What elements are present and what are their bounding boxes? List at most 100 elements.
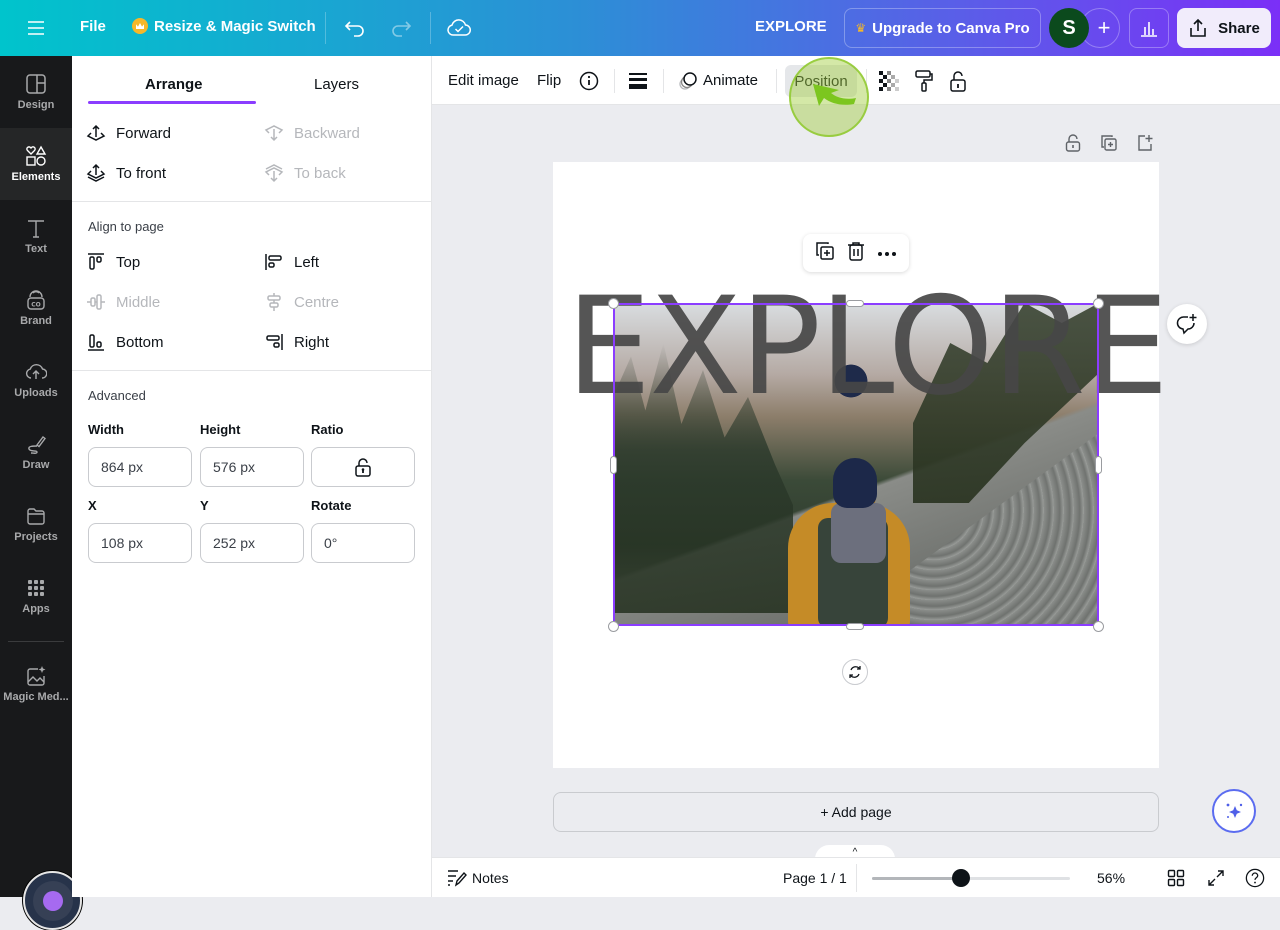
rotate-handle[interactable] xyxy=(842,659,868,685)
animate-icon-wrap[interactable] xyxy=(677,70,699,92)
rotate-input[interactable]: 0° xyxy=(311,523,415,563)
resize-handle-bottom-left[interactable] xyxy=(608,621,619,632)
notes-icon-wrap[interactable] xyxy=(447,868,467,888)
height-label: Height xyxy=(200,422,241,437)
resize-handle-bottom[interactable] xyxy=(846,623,864,630)
align-centre-button[interactable]: Centre xyxy=(264,292,339,312)
align-left-button[interactable]: Left xyxy=(264,252,319,272)
undo-button[interactable] xyxy=(343,16,367,40)
animate-icon xyxy=(679,72,697,90)
copy-style-button[interactable] xyxy=(913,70,935,92)
share-button[interactable]: Share xyxy=(1177,8,1271,48)
add-page-icon-button[interactable] xyxy=(1135,133,1155,153)
duplicate-icon xyxy=(816,241,834,260)
rail-item-apps[interactable]: Apps xyxy=(0,560,72,632)
cloud-save-status[interactable] xyxy=(447,16,471,40)
flip-button[interactable]: Flip xyxy=(537,72,561,89)
add-comment-button[interactable] xyxy=(1167,304,1207,344)
resize-handle-top-right[interactable] xyxy=(1093,298,1104,309)
to-back-label: To back xyxy=(294,164,346,182)
fullscreen-button[interactable] xyxy=(1206,868,1226,888)
magic-assistant-button[interactable] xyxy=(1212,789,1256,833)
rail-item-projects[interactable]: Projects xyxy=(0,488,72,560)
help-icon xyxy=(1245,868,1265,888)
width-label: Width xyxy=(88,422,124,437)
add-page-button[interactable]: + Add page xyxy=(553,792,1159,832)
to-front-button[interactable]: To front xyxy=(86,163,166,183)
comment-add-icon xyxy=(1176,314,1197,335)
lock-button[interactable] xyxy=(947,70,969,92)
rail-label: Design xyxy=(17,99,55,111)
tab-arrange[interactable]: Arrange xyxy=(145,76,203,93)
x-input[interactable]: 108 px xyxy=(88,523,192,563)
y-input[interactable]: 252 px xyxy=(200,523,304,563)
rail-item-brand[interactable]: CO Brand xyxy=(0,272,72,344)
lock-page-button[interactable] xyxy=(1063,133,1083,153)
duplicate-page-button[interactable] xyxy=(1099,133,1119,153)
zoom-level[interactable]: 56% xyxy=(1097,870,1125,886)
ratio-lock-button[interactable] xyxy=(311,447,415,487)
align-middle-button[interactable]: Middle xyxy=(86,292,160,312)
page-indicator[interactable]: Page 1 / 1 xyxy=(783,870,847,886)
border-style-button[interactable] xyxy=(627,70,649,92)
active-tab-indicator xyxy=(88,101,256,104)
align-right-button[interactable]: Right xyxy=(264,332,329,352)
rail-item-uploads[interactable]: Uploads xyxy=(0,344,72,416)
zoom-slider-thumb[interactable] xyxy=(952,869,971,887)
resize-handle-top-left[interactable] xyxy=(608,298,619,309)
ratio-label: Ratio xyxy=(311,422,344,437)
upgrade-label: Upgrade to Canva Pro xyxy=(872,19,1030,37)
zoom-slider[interactable] xyxy=(872,869,1070,887)
menu-button[interactable] xyxy=(24,16,48,40)
upgrade-button[interactable]: ♛ Upgrade to Canva Pro xyxy=(844,8,1041,48)
avatar[interactable]: S xyxy=(1049,8,1089,48)
height-input[interactable]: 576 px xyxy=(200,447,304,487)
info-button[interactable] xyxy=(578,70,600,92)
rail-item-text[interactable]: Text xyxy=(0,200,72,272)
duplicate-element-button[interactable] xyxy=(815,241,835,266)
align-middle-icon xyxy=(87,294,105,310)
duplicate-icon xyxy=(1101,135,1117,151)
left-rail: Design Elements Text CO Brand Uploads Dr… xyxy=(0,56,82,930)
redo-button[interactable] xyxy=(389,16,413,40)
delete-element-button[interactable] xyxy=(847,241,865,266)
backward-button[interactable]: Backward xyxy=(264,123,360,143)
divider xyxy=(663,69,664,93)
resize-handle-left[interactable] xyxy=(610,456,617,474)
file-menu[interactable]: File xyxy=(80,18,106,35)
resize-handle-top[interactable] xyxy=(846,300,864,307)
x-label: X xyxy=(88,498,97,513)
tab-layers[interactable]: Layers xyxy=(314,76,359,93)
rail-label: Text xyxy=(25,243,47,255)
send-to-back-icon xyxy=(264,164,284,183)
align-top-button[interactable]: Top xyxy=(86,252,140,272)
to-back-button[interactable]: To back xyxy=(264,163,346,183)
rail-item-draw[interactable]: Draw xyxy=(0,416,72,488)
forward-button[interactable]: Forward xyxy=(86,123,171,143)
rail-label: Uploads xyxy=(14,387,58,399)
notes-button[interactable]: Notes xyxy=(472,870,509,886)
plus-icon: + xyxy=(1097,15,1111,40)
width-input[interactable]: 864 px xyxy=(88,447,192,487)
grid-view-button[interactable] xyxy=(1166,868,1186,888)
rail-item-magic-media[interactable]: Magic Med... xyxy=(0,648,72,720)
help-button[interactable] xyxy=(1245,868,1265,888)
edit-image-button[interactable]: Edit image xyxy=(448,72,519,89)
transparency-button[interactable] xyxy=(878,70,900,92)
undo-icon xyxy=(344,21,364,37)
more-options-button[interactable] xyxy=(877,244,897,262)
resize-handle-right[interactable] xyxy=(1095,456,1102,474)
align-bottom-button[interactable]: Bottom xyxy=(86,332,164,352)
resize-handle-bottom-right[interactable] xyxy=(1093,621,1104,632)
rail-item-design[interactable]: Design xyxy=(0,56,72,128)
rail-item-elements[interactable]: Elements xyxy=(0,128,72,200)
animate-button[interactable]: Animate xyxy=(703,72,758,89)
unlock-icon xyxy=(1065,134,1081,152)
align-centre-icon xyxy=(267,293,281,311)
resize-magic-switch-button[interactable]: Resize & Magic Switch xyxy=(132,18,316,35)
document-title[interactable]: EXPLORE xyxy=(755,18,827,35)
insights-button[interactable] xyxy=(1129,8,1169,48)
align-bottom-label: Bottom xyxy=(116,333,164,351)
footer-bar: Notes Page 1 / 1 56% xyxy=(432,857,1280,897)
align-bottom-icon xyxy=(88,334,104,351)
